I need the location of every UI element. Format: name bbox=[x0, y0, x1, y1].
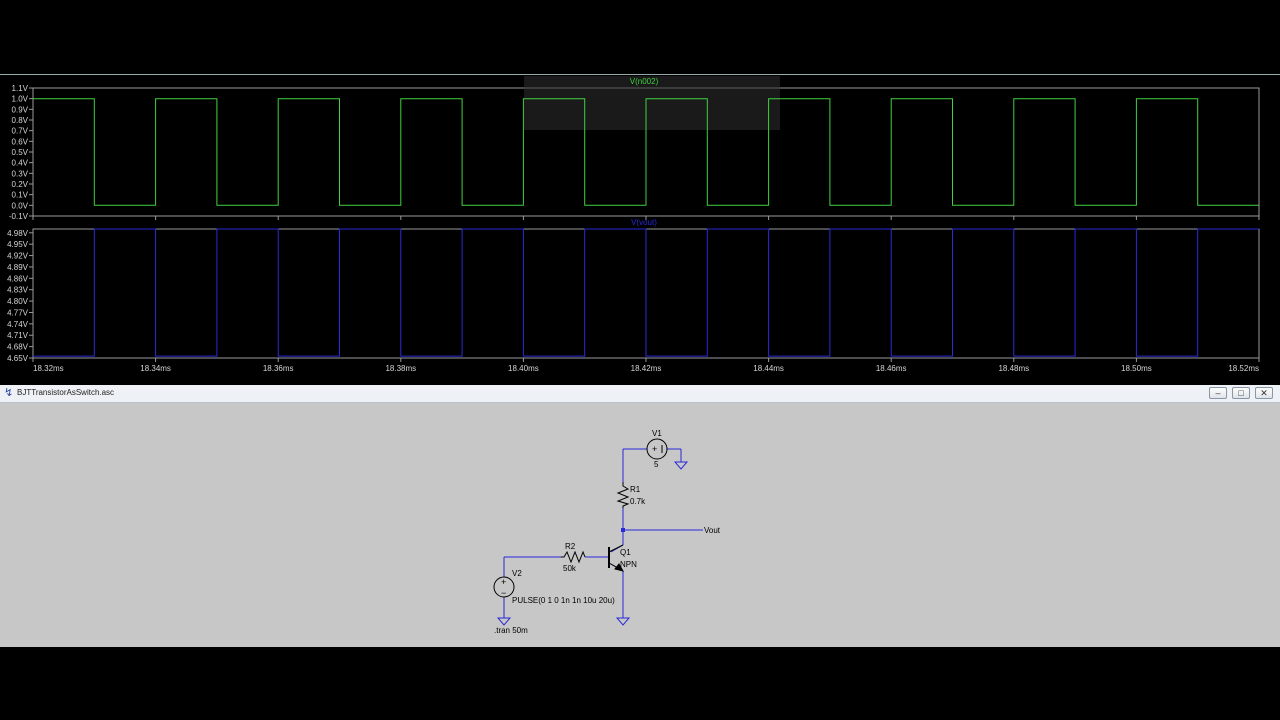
y-tick-label: 0.0V bbox=[12, 201, 29, 210]
v1-name[interactable]: V1 bbox=[652, 429, 662, 438]
bottom-trace-line[interactable] bbox=[33, 228, 1259, 357]
y-tick-label: 4.95V bbox=[7, 240, 29, 249]
waveform-plot[interactable]: V(n002) 1.1V 1.0V0.9V 0.8V 0.7V0.6V 0.5V 0.4V… bbox=[0, 75, 1280, 377]
schematic-title-bar[interactable]: ↯ BJTTransistorAsSwitch.asc – □ ✕ bbox=[0, 385, 1280, 403]
y-tick-label: 0.6V bbox=[12, 137, 29, 146]
v2-name[interactable]: V2 bbox=[512, 569, 522, 578]
y-tick-label: -0.1V bbox=[9, 212, 29, 221]
tran-directive[interactable]: .tran 50m bbox=[494, 626, 528, 635]
y-tick-label: 0.9V bbox=[12, 105, 29, 114]
top-trace-label[interactable]: V(n002) bbox=[630, 77, 659, 86]
y-tick-label: 4.65V bbox=[7, 354, 29, 363]
x-tick-label: 18.52ms bbox=[1228, 364, 1259, 373]
waveform-viewer[interactable]: V(n002) 1.1V 1.0V 0.9V 0.8V 0.7V 0.6V 0.5V 0.4V… bbox=[0, 74, 1280, 377]
bottom-trace-label[interactable]: V(vout) bbox=[631, 218, 657, 227]
junction-dot bbox=[621, 528, 625, 532]
v1-value[interactable]: 5 bbox=[654, 460, 659, 469]
schematic-drawing[interactable]: + + − V1 5 R1 0.7k Vout R2 50k Q1 NPN V2… bbox=[3, 402, 1275, 646]
x-tick-label: 18.44ms bbox=[753, 364, 784, 373]
x-tick-label: 18.32ms bbox=[33, 364, 64, 373]
y-tick-label: 0.5V bbox=[12, 148, 29, 157]
r1-name[interactable]: R1 bbox=[630, 485, 641, 494]
v2-minus-sign: − bbox=[501, 588, 506, 598]
top-trace-line[interactable] bbox=[33, 98, 1259, 206]
y-tick-label: 0.1V bbox=[12, 191, 29, 200]
ground-symbol-v2 bbox=[496, 617, 512, 626]
y-tick-label: 0.2V bbox=[12, 180, 29, 189]
r2-value[interactable]: 50k bbox=[563, 564, 577, 573]
minimize-button[interactable]: – bbox=[1209, 387, 1227, 399]
q1-model[interactable]: NPN bbox=[620, 560, 637, 569]
v2-value[interactable]: PULSE(0 1 0 1n 1n 10u 20u) bbox=[512, 596, 615, 605]
vout-net-label[interactable]: Vout bbox=[704, 526, 721, 535]
ground-symbol-emitter bbox=[615, 617, 631, 626]
schematic-window: ↯ BJTTransistorAsSwitch.asc – □ ✕ + + − … bbox=[0, 385, 1280, 647]
y-tick-label: 4.92V bbox=[7, 252, 29, 261]
r2-name[interactable]: R2 bbox=[565, 542, 576, 551]
y-tick-label: 0.7V bbox=[12, 127, 29, 136]
y-tick-label: 0.8V bbox=[12, 116, 29, 125]
y-tick-label: 4.80V bbox=[7, 297, 29, 306]
x-tick-label: 18.48ms bbox=[998, 364, 1029, 373]
y-tick-label: 1.1V bbox=[12, 84, 29, 93]
x-tick-label: 18.40ms bbox=[508, 364, 539, 373]
bottom-y-axis: 4.98V 4.95V 4.92V 4.89V 4.86V 4.83V 4.80V 4.77V… bbox=[7, 229, 33, 363]
v1-voltage-source[interactable]: + bbox=[646, 438, 668, 460]
y-tick-label: 4.74V bbox=[7, 320, 29, 329]
y-tick-label: 0.4V bbox=[12, 159, 29, 168]
schematic-title: BJTTransistorAsSwitch.asc bbox=[17, 388, 115, 397]
q1-name[interactable]: Q1 bbox=[620, 548, 631, 557]
x-tick-label: 18.42ms bbox=[631, 364, 662, 373]
x-tick-label: 18.36ms bbox=[263, 364, 294, 373]
ltspice-app-icon: ↯ bbox=[4, 387, 14, 399]
y-tick-label: 4.86V bbox=[7, 274, 29, 283]
schematic-wires bbox=[503, 448, 703, 618]
y-tick-label: 0.3V bbox=[12, 169, 29, 178]
r1-resistor[interactable] bbox=[616, 482, 630, 508]
v2-voltage-source[interactable]: + − bbox=[493, 576, 515, 598]
y-tick-label: 4.83V bbox=[7, 286, 29, 295]
v2-plus-sign: + bbox=[501, 577, 506, 587]
x-tick-label: 18.46ms bbox=[876, 364, 907, 373]
y-tick-label: 1.0V bbox=[12, 95, 29, 104]
maximize-button[interactable]: □ bbox=[1232, 387, 1250, 399]
y-tick-label: 4.77V bbox=[7, 308, 29, 317]
y-tick-label: 4.98V bbox=[7, 229, 29, 238]
v1-plus-sign: + bbox=[652, 444, 657, 454]
r2-resistor[interactable] bbox=[561, 550, 586, 564]
y-tick-label: 4.71V bbox=[7, 331, 29, 340]
y-tick-label: 4.68V bbox=[7, 343, 29, 352]
y-tick-label: 4.89V bbox=[7, 263, 29, 272]
schematic-canvas[interactable]: + + − V1 5 R1 0.7k Vout R2 50k Q1 NPN V2… bbox=[3, 402, 1275, 646]
close-button[interactable]: ✕ bbox=[1255, 387, 1273, 399]
top-y-axis: 1.1V 1.0V0.9V 0.8V 0.7V0.6V 0.5V 0.4V0.3V 0.2V… bbox=[9, 84, 33, 221]
ground-symbol-v1 bbox=[673, 461, 689, 470]
r1-value[interactable]: 0.7k bbox=[630, 497, 646, 506]
x-tick-label: 18.34ms bbox=[140, 364, 171, 373]
x-tick-label: 18.38ms bbox=[385, 364, 416, 373]
x-tick-label: 18.50ms bbox=[1121, 364, 1152, 373]
